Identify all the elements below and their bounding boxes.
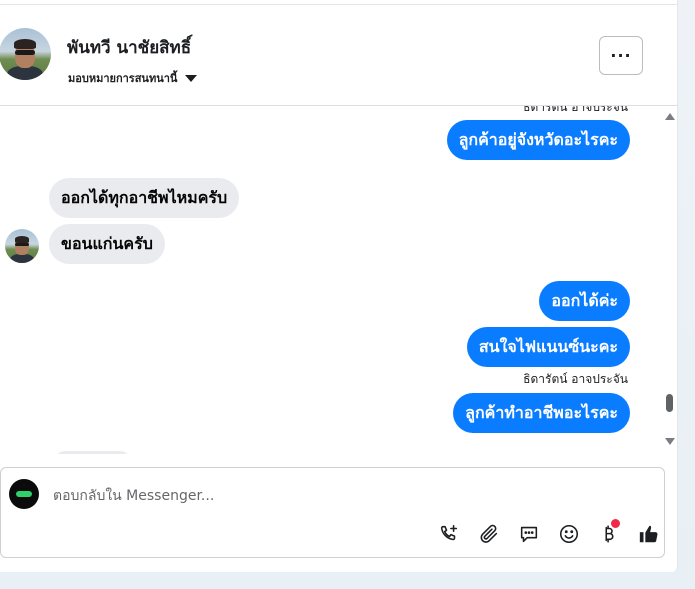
assign-conversation-dropdown[interactable]: มอบหมายการสนทนานี้ xyxy=(68,69,198,87)
saved-reply-icon[interactable] xyxy=(509,521,549,547)
scroll-thumb[interactable] xyxy=(666,394,673,412)
scroll-up-arrow-icon[interactable] xyxy=(665,113,675,120)
message-incoming[interactable]: ออกได้ทุกอาชีพไหมครับ xyxy=(49,178,240,218)
contact-name[interactable]: พันทวี นาชัยสิทธิ์ xyxy=(67,34,191,61)
reply-composer xyxy=(0,467,665,558)
reply-input[interactable] xyxy=(53,485,613,507)
scroll-down-arrow-icon[interactable] xyxy=(665,438,675,445)
message-outgoing[interactable]: สนใจไฟแนนซ์นะคะ xyxy=(466,327,630,367)
message-outgoing[interactable]: ลูกค้าอยู่จังหวัดอะไรคะ xyxy=(446,120,630,160)
sender-label: ธิดารัตน์ อาจประจัน xyxy=(523,372,628,386)
thread-scrollbar[interactable] xyxy=(664,110,676,450)
conversation-header: พันทวี นาชัยสิทธิ์ มอบหมายการสนทนานี้ ··… xyxy=(0,5,678,106)
assign-label: มอบหมายการสนทนานี้ xyxy=(68,72,178,85)
message-outgoing[interactable]: ออกได้ค่ะ xyxy=(539,281,630,321)
message-incoming-partial xyxy=(55,451,130,454)
paperclip-icon[interactable] xyxy=(469,521,509,547)
composer-toolbar xyxy=(429,519,669,547)
thumbs-up-icon[interactable] xyxy=(629,521,669,547)
more-options-button[interactable]: ··· xyxy=(599,36,643,75)
page-avatar xyxy=(9,479,39,509)
contact-avatar-small xyxy=(5,229,39,263)
message-outgoing[interactable]: ลูกค้าทำอาชีพอะไรคะ xyxy=(453,393,630,433)
sender-label: ธิดารัตน์ อาจประจัน xyxy=(523,106,628,114)
baht-payment-icon[interactable] xyxy=(589,519,629,547)
emoji-icon[interactable] xyxy=(549,521,589,547)
message-thread: ธิดารัตน์ อาจประจัน ลูกค้าอยู่จังหวัดอะไ… xyxy=(0,106,660,454)
notification-dot xyxy=(611,519,620,528)
message-incoming[interactable]: ขอนแก่นครับ xyxy=(49,224,165,264)
contact-avatar[interactable] xyxy=(0,28,51,80)
page-logo-icon xyxy=(16,491,32,497)
phone-plus-icon[interactable] xyxy=(429,521,469,547)
conversation-panel: พันทวี นาชัยสิทธิ์ มอบหมายการสนทนานี้ ··… xyxy=(0,0,678,572)
caret-down-icon xyxy=(185,74,198,82)
